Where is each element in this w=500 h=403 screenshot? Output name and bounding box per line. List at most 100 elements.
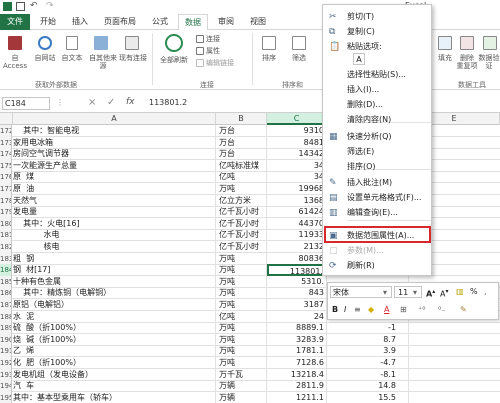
cell-c[interactable]: 3187 [267,299,327,311]
cell-a[interactable]: 硫 酸（折100%） [13,322,216,335]
cell-b[interactable]: 亿千瓦小时 [216,206,267,219]
cell-c[interactable]: 19968 [267,183,327,195]
row-header[interactable]: 193 [0,368,12,381]
context-menu-item[interactable]: 选择性粘贴(S)... [323,67,431,82]
row-header[interactable]: 179 [0,206,12,219]
cell-a[interactable]: 发电量 [13,206,216,219]
row-header[interactable]: 172 [0,125,12,137]
save-icon[interactable] [16,2,25,11]
cell-e[interactable] [409,369,500,381]
bold-icon[interactable]: B [332,304,338,316]
formula-input[interactable]: 113801.2 [149,98,187,107]
cell-b[interactable]: 亿吨标准煤 [216,159,267,172]
cell-a[interactable]: 水 泥 [13,310,216,323]
context-menu-item[interactable]: ▢ 参数(M)... [323,243,431,258]
cell-a[interactable]: 粗 钢 [13,252,216,265]
cell-d[interactable]: 15.5 [327,391,409,403]
cell-c[interactable]: 8889.1 [267,322,327,335]
column-header-a[interactable]: A [13,113,216,125]
cell-b[interactable]: 万千瓦 [216,368,267,381]
select-all-corner[interactable] [0,113,13,125]
data-validation-button[interactable]: 数据验 证 [478,54,500,70]
font-color-icon[interactable]: A [384,304,389,316]
cell-a[interactable]: 汽 车 [13,380,216,393]
cell-a[interactable]: 房间空气调节器 [13,148,216,161]
row-header[interactable]: 189 [0,322,12,335]
cell-e[interactable] [409,322,500,334]
cell-a[interactable]: 发电机组（发电设备） [13,368,216,381]
row-header[interactable]: 187 [0,299,12,311]
row-header[interactable]: 191 [0,345,12,358]
cell-a[interactable]: 十种有色金属 [13,275,216,288]
cell-c[interactable]: 34 [267,159,327,172]
row-header[interactable]: 173 [0,136,12,149]
format-painter-icon[interactable]: ✎ [460,304,467,316]
row-header[interactable]: 186 [0,287,12,300]
context-menu-item[interactable]: ✎ 插入批注(M) [323,175,431,190]
row-header[interactable]: 175 [0,159,12,172]
borders-icon[interactable]: ⊞ [400,304,407,316]
cell-b[interactable]: 万吨 [216,287,267,300]
cell-d[interactable]: 8.7 [327,333,409,346]
cell-b[interactable]: 万吨 [216,299,267,311]
cell-b[interactable]: 万吨 [216,264,267,277]
align-icon[interactable]: ≡ [354,304,361,316]
insert-function-icon[interactable]: fx [126,97,135,107]
cell-c[interactable]: 9310 [267,125,327,137]
existing-connections-button[interactable]: 现有连接 [118,54,148,62]
cell-a[interactable]: 家用电冰箱 [13,136,216,149]
cell-a[interactable]: 原 煤 [13,171,216,184]
context-menu-item[interactable]: ▥ 编辑查询(E)... [323,205,431,220]
row-header[interactable]: 192 [0,357,12,369]
cell-b[interactable]: 亿吨 [216,310,267,323]
cell-d[interactable]: -4.7 [327,357,409,369]
connections-button[interactable]: 连接 [206,35,236,43]
grow-font-icon[interactable]: A▴ [426,286,435,301]
context-menu-item[interactable]: 📋 粘贴选项: [323,39,431,54]
cell-c[interactable]: 3283.9 [267,333,327,346]
row-header[interactable]: 188 [0,310,12,323]
cell-a[interactable]: 乙 烯 [13,345,216,358]
context-menu-item[interactable]: ▦ 快速分析(Q) [323,129,431,144]
decrease-decimal-icon[interactable]: ⁰₋ [438,304,445,316]
cell-d[interactable]: -1 [327,322,409,335]
cell-a[interactable]: 天然气 [13,194,216,207]
context-menu-item[interactable]: ✂ 剪切(T) [323,9,431,24]
font-size-box[interactable]: 11 ▾ [394,286,422,298]
cell-c[interactable]: 14342 [267,148,327,161]
cell-e[interactable] [409,380,500,392]
tab-review[interactable]: 审阅 [212,14,240,30]
comma-style-icon[interactable]: , [484,286,487,298]
row-header[interactable]: 194 [0,380,12,393]
font-name-box[interactable]: 宋体 ▾ [330,286,392,298]
redo-icon[interactable]: ↷ [46,2,55,11]
cell-d[interactable]: 14.8 [327,380,409,393]
filter-button[interactable]: 筛选 [284,54,314,62]
name-box[interactable]: C184 [2,97,50,110]
cell-c[interactable]: 2132 [267,241,327,253]
cell-a[interactable]: 其中：精炼铜（电解铜） [13,287,216,300]
properties-button[interactable]: 属性 [206,47,236,55]
tab-page-layout[interactable]: 页面布局 [98,14,142,30]
row-header[interactable]: 177 [0,183,12,195]
tab-file[interactable]: 文件 [0,14,30,30]
cell-c[interactable]: 34 [267,171,327,184]
fill-color-icon[interactable]: ◆ [368,304,374,316]
tab-view[interactable]: 视图 [244,14,272,30]
tab-home[interactable]: 开始 [34,14,62,30]
cell-d[interactable]: 3.9 [327,345,409,358]
column-header-b[interactable]: B [216,113,267,125]
cell-a[interactable]: 原铝（电解铝） [13,299,216,311]
cell-b[interactable]: 亿千瓦小时 [216,241,267,253]
cell-a[interactable]: 其中：火电[16] [13,217,216,230]
cell-b[interactable]: 亿千瓦小时 [216,217,267,230]
cell-a[interactable]: 水电 [13,229,216,242]
row-header[interactable]: 174 [0,148,12,161]
from-other-button[interactable]: 自其他来源 [86,54,120,70]
cell-b[interactable]: 万台 [216,136,267,149]
row-header[interactable]: 178 [0,194,12,207]
cell-b[interactable]: 亿千瓦小时 [216,229,267,242]
cell-c[interactable]: 8481 [267,136,327,149]
context-menu-item[interactable]: ⟳ 刷新(R) [323,258,431,273]
cell-e[interactable] [409,392,500,403]
